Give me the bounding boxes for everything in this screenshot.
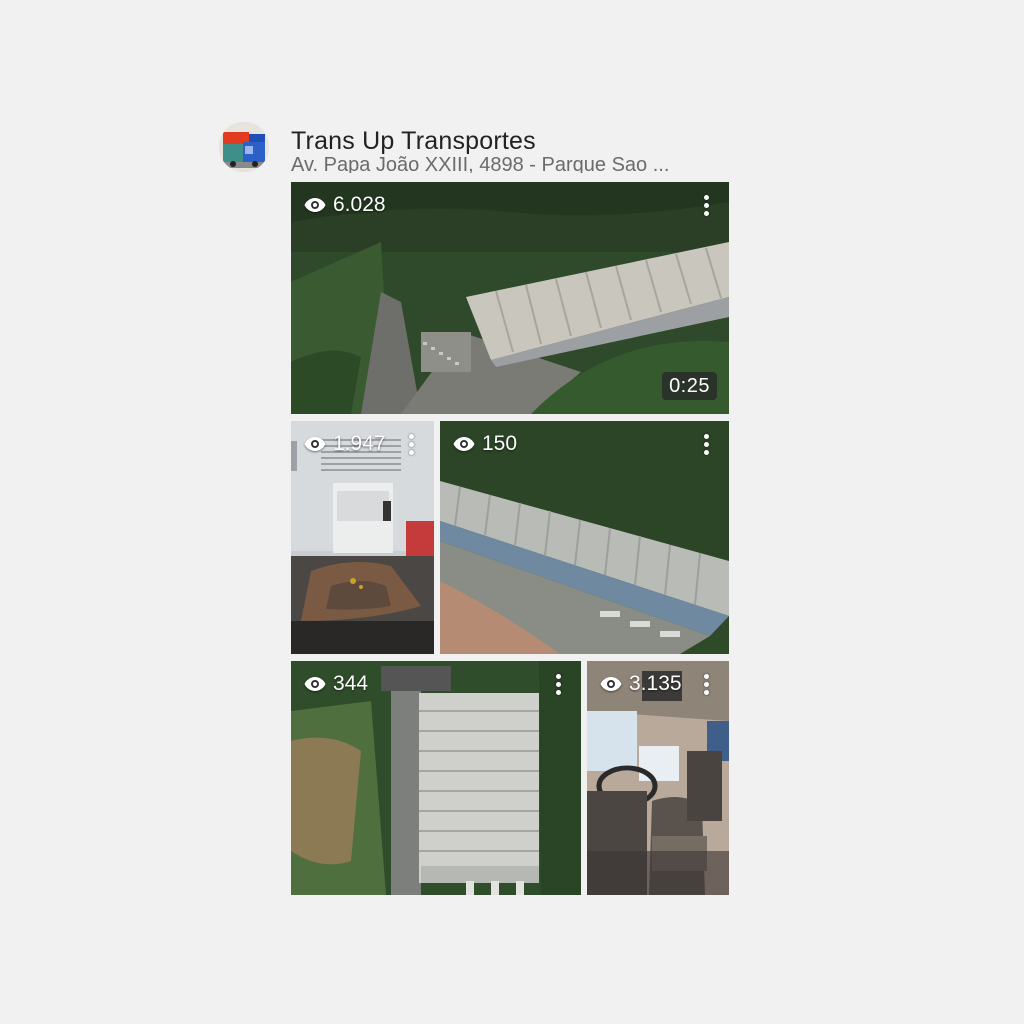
eye-icon (304, 437, 326, 451)
eye-icon (453, 437, 475, 451)
view-count-label: 1.947 (333, 432, 386, 455)
video-thumbnail-4[interactable]: 344 (291, 661, 581, 895)
view-count: 344 (303, 671, 368, 697)
view-count-label: 3.135 (629, 672, 682, 695)
view-count: 3.135 (599, 671, 682, 697)
more-options-icon[interactable] (547, 671, 569, 697)
more-options-icon[interactable] (400, 431, 422, 457)
eye-icon (600, 677, 622, 691)
more-options-icon[interactable] (695, 192, 717, 218)
business-address: Av. Papa João XXIII, 4898 - Parque Sao .… (291, 154, 670, 173)
video-thumbnail-3[interactable]: 150 (440, 421, 729, 654)
business-avatar[interactable] (219, 122, 269, 172)
video-thumbnail-1[interactable]: 6.028 0:25 (291, 182, 729, 414)
more-options-icon[interactable] (695, 671, 717, 697)
business-name[interactable]: Trans Up Transportes (291, 126, 536, 156)
video-duration: 0:25 (662, 372, 717, 400)
view-count: 1.947 (303, 431, 386, 457)
video-thumbnail-2[interactable]: 1.947 (291, 421, 434, 654)
view-count: 6.028 (303, 192, 386, 218)
video-thumbnail-5[interactable]: 3.135 (587, 661, 729, 895)
view-count-label: 150 (482, 432, 518, 455)
view-count: 150 (452, 431, 517, 457)
eye-icon (304, 198, 326, 212)
view-count-label: 6.028 (333, 193, 386, 216)
eye-icon (304, 677, 326, 691)
more-options-icon[interactable] (695, 431, 717, 457)
business-header: Trans Up Transportes Av. Papa João XXIII… (219, 122, 739, 178)
view-count-label: 344 (333, 672, 369, 695)
video-gallery-screen: Trans Up Transportes Av. Papa João XXIII… (0, 0, 1024, 1024)
